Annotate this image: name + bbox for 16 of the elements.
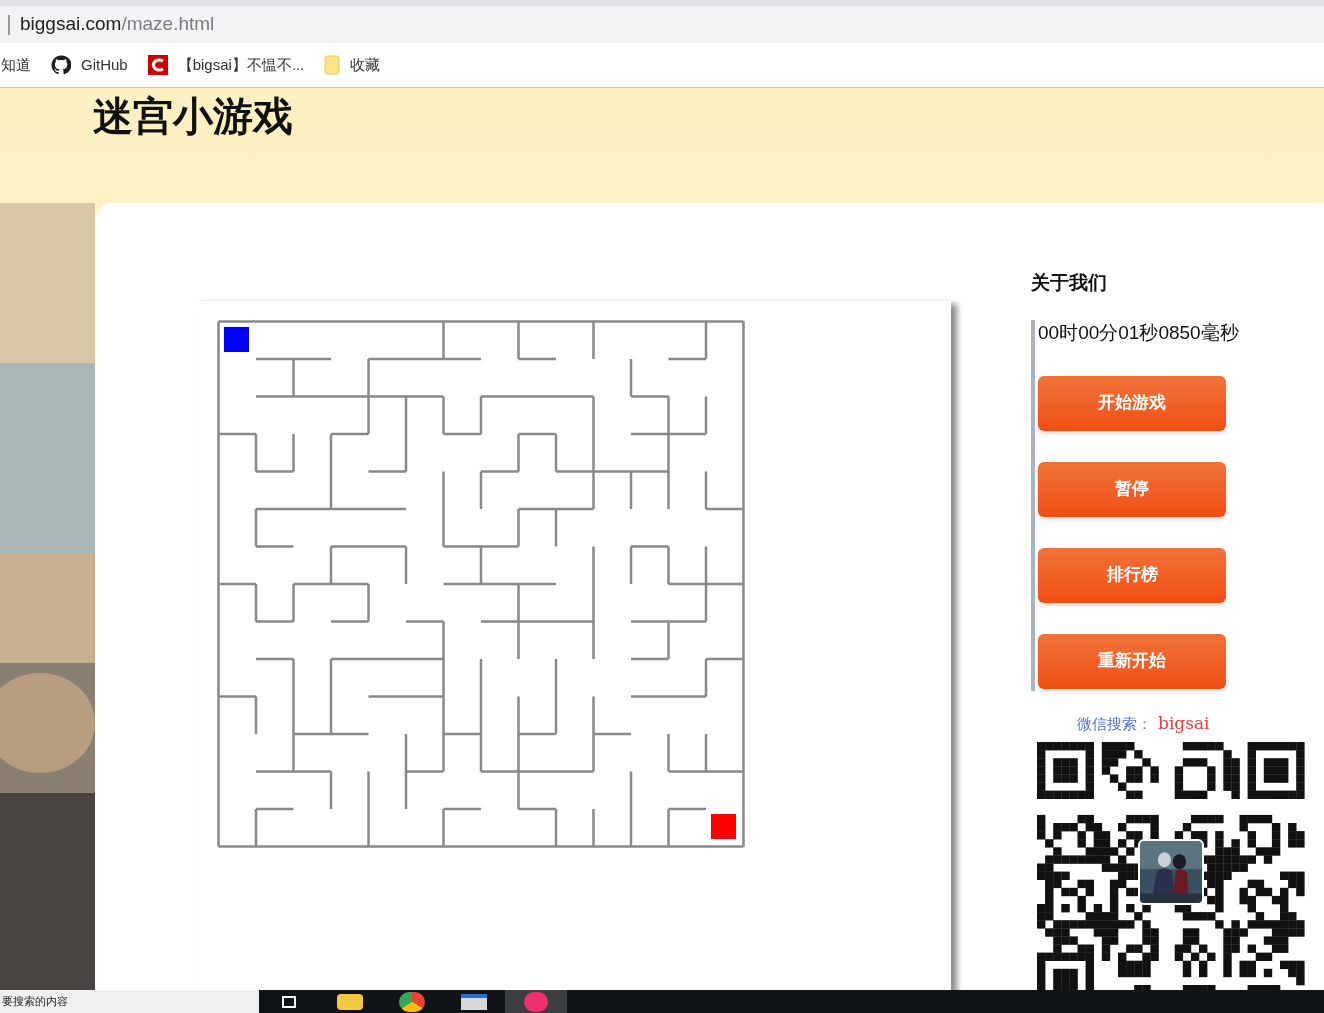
c-logo-icon [147,55,168,75]
goal-square [711,814,736,839]
about-heading: 关于我们 [1031,271,1107,295]
player-square [224,327,249,352]
wechat-label: 微信搜索： [1077,713,1152,735]
bookmark-item[interactable]: 收藏 [324,53,381,77]
url-text[interactable]: biggsai.com/maze.html [20,10,215,39]
search-field[interactable]: 要搜索的内容 [0,990,259,1013]
wechat-id: bigsai [1158,711,1210,735]
github-icon [51,55,71,75]
timer-text: 00时00分01秒0850毫秒 [1038,320,1240,345]
bookmark-item[interactable]: 知道 [1,53,31,77]
page-title: 迷宫小游戏 [93,93,293,140]
folder-icon [324,55,341,75]
bookmark-item[interactable]: 【bigsai】不愠不... [147,53,305,77]
bookmark-item[interactable]: GitHub [51,53,128,77]
